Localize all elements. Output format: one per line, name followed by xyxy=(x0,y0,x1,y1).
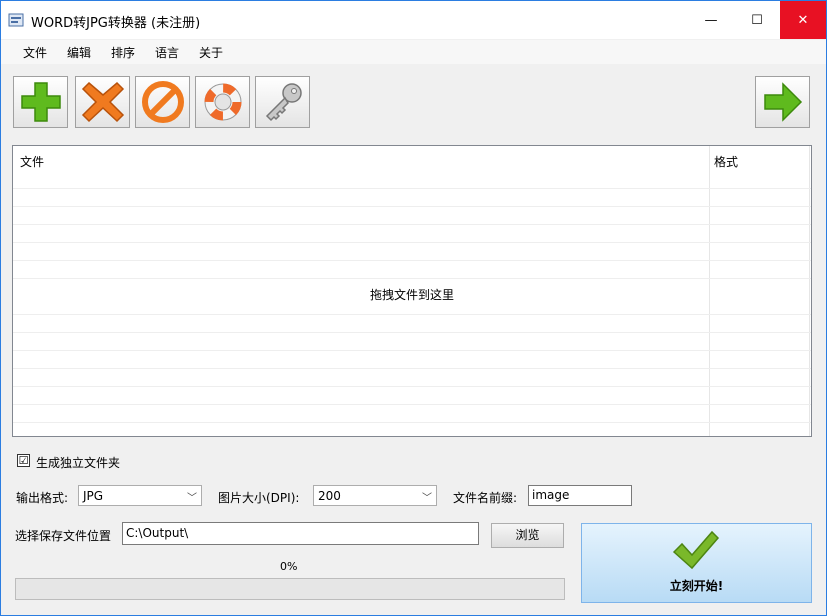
maximize-button[interactable]: ☐ xyxy=(734,1,780,39)
dpi-label: 图片大小(DPI): xyxy=(218,491,300,505)
menu-file[interactable]: 文件 xyxy=(23,44,47,61)
drop-hint: 拖拽文件到这里 xyxy=(369,288,454,302)
menu-sort[interactable]: 排序 xyxy=(111,44,135,61)
menu-edit[interactable]: 编辑 xyxy=(67,44,91,61)
register-button[interactable] xyxy=(255,76,310,128)
minimize-button[interactable]: — xyxy=(688,1,734,39)
close-button[interactable]: ✕ xyxy=(780,1,826,39)
arrow-right-icon xyxy=(763,82,802,122)
output-format-value: JPG xyxy=(83,489,104,503)
save-location-label: 选择保存文件位置 xyxy=(15,529,112,543)
output-format-label: 输出格式: xyxy=(16,491,69,505)
file-list[interactable]: 文件 格式 拖拽文件到这里 xyxy=(12,145,812,437)
output-format-select[interactable]: JPG ﹀ xyxy=(78,485,202,506)
checkmark-icon xyxy=(672,530,720,570)
key-icon xyxy=(265,83,302,122)
chevron-down-icon: ﹀ xyxy=(187,493,197,504)
separate-folder-checkbox[interactable]: ☑ xyxy=(17,454,30,467)
save-path-input[interactable]: C:\Output\ xyxy=(122,522,479,545)
browse-button[interactable]: 浏览 xyxy=(491,523,564,548)
prefix-input[interactable]: image xyxy=(528,485,632,506)
column-header-file[interactable]: 文件 xyxy=(20,153,44,193)
dpi-select[interactable]: 200 ﹀ xyxy=(313,485,437,506)
menu-about[interactable]: 关于 xyxy=(199,44,223,61)
chevron-down-icon: ﹀ xyxy=(422,493,432,504)
start-button[interactable]: 立刻开始! xyxy=(581,523,812,603)
app-icon xyxy=(8,13,24,27)
separate-folder-label: 生成独立文件夹 xyxy=(36,456,121,470)
dpi-value: 200 xyxy=(318,489,341,503)
delete-x-icon xyxy=(81,81,124,123)
title-bar[interactable]: WORD转JPG转换器 (未注册) — ☐ ✕ xyxy=(1,1,826,39)
menu-language[interactable]: 语言 xyxy=(155,44,179,61)
progress-percent: 0% xyxy=(280,560,298,573)
window-title: WORD转JPG转换器 (未注册) xyxy=(31,16,201,31)
start-button-label: 立刻开始! xyxy=(669,579,724,593)
help-button[interactable] xyxy=(195,76,250,128)
forbidden-icon xyxy=(141,81,184,123)
lifebuoy-icon xyxy=(204,83,241,121)
next-button[interactable] xyxy=(755,76,810,128)
prefix-label: 文件名前缀: xyxy=(453,491,518,505)
menu-bar: 文件 编辑 排序 语言 关于 xyxy=(1,40,826,64)
remove-file-button[interactable] xyxy=(75,76,130,128)
add-file-button[interactable] xyxy=(13,76,68,128)
progress-bar xyxy=(15,578,565,600)
column-header-format[interactable]: 格式 xyxy=(714,153,738,193)
clear-list-button[interactable] xyxy=(135,76,190,128)
plus-icon xyxy=(20,82,61,122)
main-window: WORD转JPG转换器 (未注册) — ☐ ✕ 文件 编辑 排序 语言 关于 文… xyxy=(0,0,827,616)
